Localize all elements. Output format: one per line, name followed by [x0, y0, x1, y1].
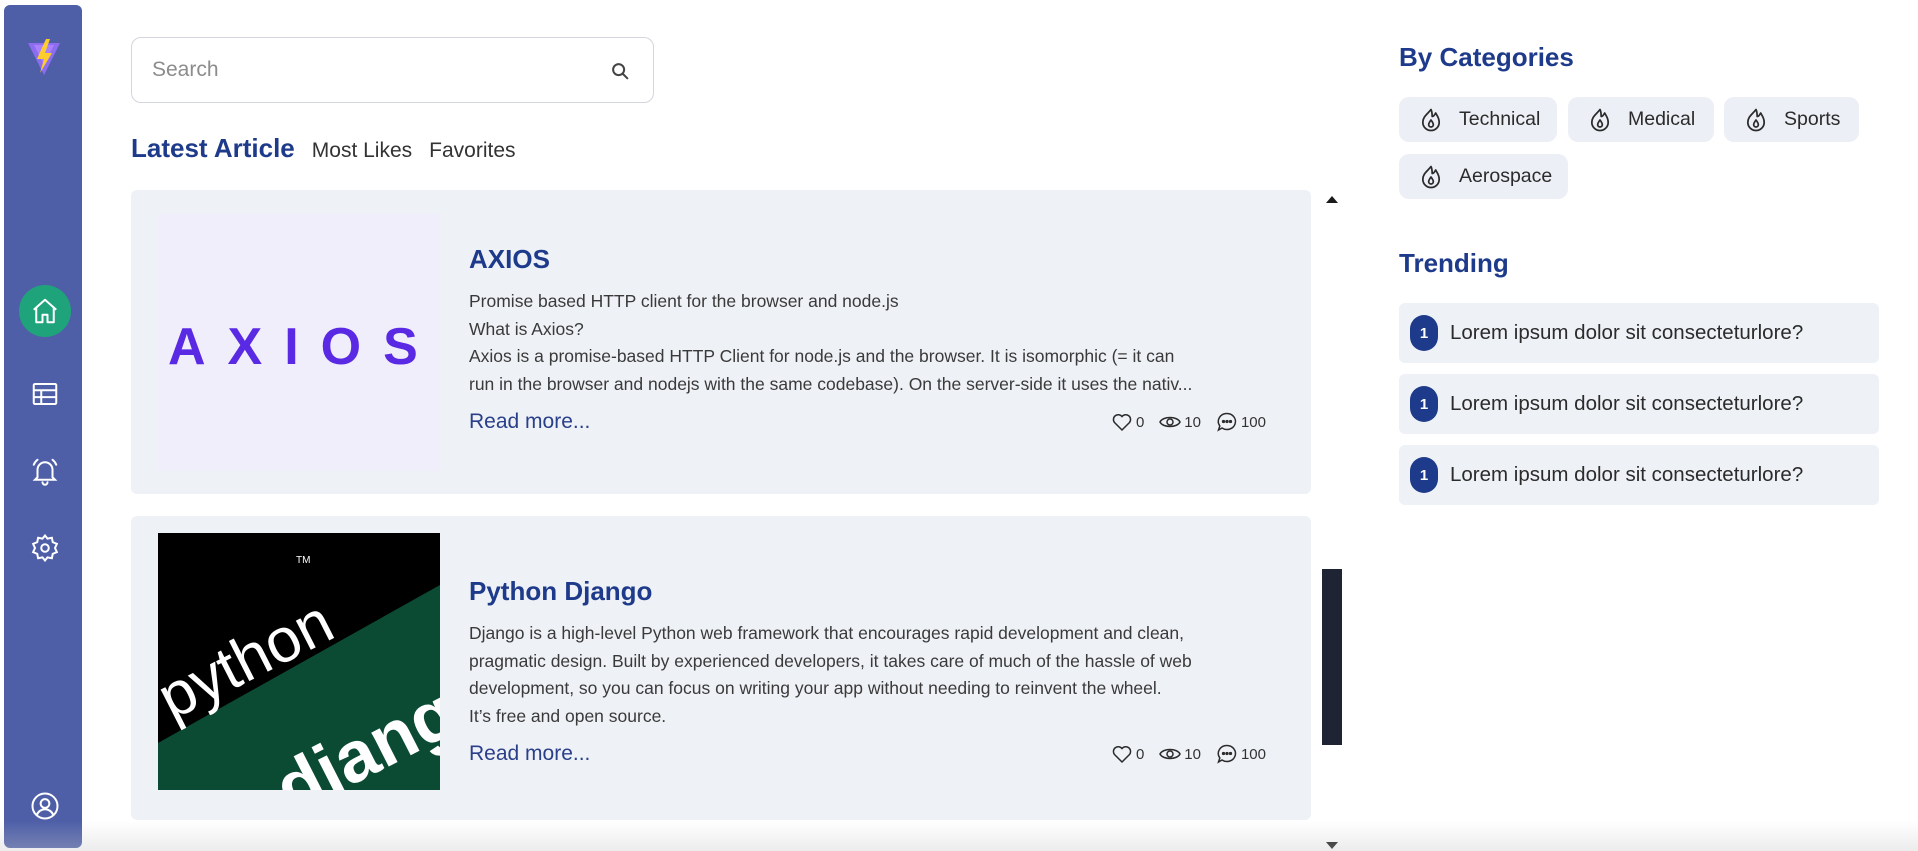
comments-count: 100 — [1240, 413, 1266, 431]
category-chip-sports[interactable]: Sports — [1724, 97, 1859, 142]
article-card: AXIOS AXIOS Promise based HTTP client fo… — [131, 190, 1311, 494]
article-list: AXIOS AXIOS Promise based HTTP client fo… — [131, 190, 1311, 851]
sidebar-item-settings[interactable] — [19, 522, 71, 574]
scroll-up-arrow[interactable] — [1326, 196, 1338, 203]
trending-rank-badge: 1 — [1410, 457, 1438, 493]
heart-icon — [1112, 414, 1132, 432]
category-label: Sports — [1784, 108, 1841, 130]
search-input[interactable] — [152, 38, 592, 102]
views-stat[interactable]: 10 — [1158, 742, 1201, 766]
trending-title: Trending — [1399, 248, 1509, 278]
svg-text:AXIOS: AXIOS — [168, 318, 440, 376]
sidebar-item-profile[interactable] — [19, 780, 71, 832]
table-icon — [32, 383, 58, 405]
bell-icon — [32, 458, 58, 486]
likes-count: 0 — [1135, 413, 1145, 431]
user-circle-icon — [31, 792, 59, 820]
scrollbar-thumb[interactable] — [1322, 569, 1342, 745]
gear-icon — [31, 533, 59, 563]
svg-text:TM: TM — [296, 555, 310, 566]
search-icon[interactable] — [609, 60, 631, 82]
home-icon — [33, 298, 57, 324]
trending-item-text: Lorem ipsum dolor sit consecteturlore? — [1450, 392, 1804, 415]
tab-favorites[interactable]: Favorites — [429, 139, 515, 163]
views-count: 10 — [1184, 413, 1201, 431]
likes-stat[interactable]: 0 — [1110, 742, 1144, 766]
trending-rank-badge: 1 — [1410, 386, 1438, 422]
read-more-link[interactable]: Read more... — [469, 410, 590, 434]
fire-icon — [1590, 108, 1610, 131]
views-count: 10 — [1184, 745, 1201, 763]
article-tabs: Latest Article Most Likes Favorites — [131, 133, 533, 169]
axios-logo: AXIOS — [168, 318, 440, 376]
category-label: Medical — [1628, 108, 1696, 130]
article-thumbnail-django: python TM djang — [158, 533, 440, 790]
sidebar-item-home[interactable] — [19, 285, 71, 337]
category-chip-aerospace[interactable]: Aerospace — [1399, 154, 1568, 199]
sidebar — [4, 5, 82, 848]
category-label: Technical — [1459, 108, 1541, 130]
trending-item[interactable]: 1 Lorem ipsum dolor sit consecteturlore? — [1399, 445, 1879, 505]
heart-icon — [1112, 746, 1132, 764]
trending-item[interactable]: 1 Lorem ipsum dolor sit consecteturlore? — [1399, 374, 1879, 434]
category-chip-medical[interactable]: Medical — [1568, 97, 1714, 142]
eye-icon — [1159, 416, 1182, 428]
comment-icon — [1217, 412, 1237, 432]
comments-count: 100 — [1240, 745, 1266, 763]
comments-stat[interactable]: 100 — [1215, 742, 1266, 766]
eye-icon — [1159, 748, 1182, 760]
trending-item-text: Lorem ipsum dolor sit consecteturlore? — [1450, 321, 1804, 344]
article-stats: 0 10 100 — [1096, 410, 1266, 434]
article-thumbnail-axios: AXIOS — [158, 214, 440, 471]
fire-icon — [1421, 108, 1441, 131]
category-chip-technical[interactable]: Technical — [1399, 97, 1557, 142]
category-label: Aerospace — [1459, 165, 1553, 187]
comments-stat[interactable]: 100 — [1215, 410, 1266, 434]
article-description: Promise based HTTP client for the browse… — [469, 291, 1193, 394]
tab-most-likes[interactable]: Most Likes — [312, 139, 412, 163]
trending-rank-badge: 1 — [1410, 315, 1438, 351]
article-stats: 0 10 100 — [1096, 742, 1266, 766]
comment-icon — [1217, 744, 1237, 764]
trending-item-text: Lorem ipsum dolor sit consecteturlore? — [1450, 463, 1804, 486]
tab-latest-article[interactable]: Latest Article — [131, 133, 295, 164]
scroll-down-arrow[interactable] — [1326, 842, 1338, 849]
sidebar-item-table[interactable] — [19, 368, 71, 420]
app-logo-icon[interactable] — [26, 39, 62, 79]
views-stat[interactable]: 10 — [1158, 410, 1201, 434]
fire-icon — [1421, 165, 1441, 188]
article-card: python TM djang Python Django Django is … — [131, 516, 1311, 820]
likes-stat[interactable]: 0 — [1110, 410, 1144, 434]
search-box — [131, 37, 654, 103]
trending-item[interactable]: 1 Lorem ipsum dolor sit consecteturlore? — [1399, 303, 1879, 363]
python-django-logo: python TM djang — [158, 533, 440, 790]
read-more-link[interactable]: Read more... — [469, 742, 590, 766]
sidebar-item-notifications[interactable] — [19, 445, 71, 497]
categories-title: By Categories — [1399, 42, 1574, 72]
fire-icon — [1746, 108, 1766, 131]
likes-count: 0 — [1135, 745, 1145, 763]
article-title[interactable]: AXIOS — [469, 244, 550, 275]
article-title[interactable]: Python Django — [469, 576, 652, 607]
article-description: Django is a high-level Python web framew… — [469, 623, 1192, 726]
